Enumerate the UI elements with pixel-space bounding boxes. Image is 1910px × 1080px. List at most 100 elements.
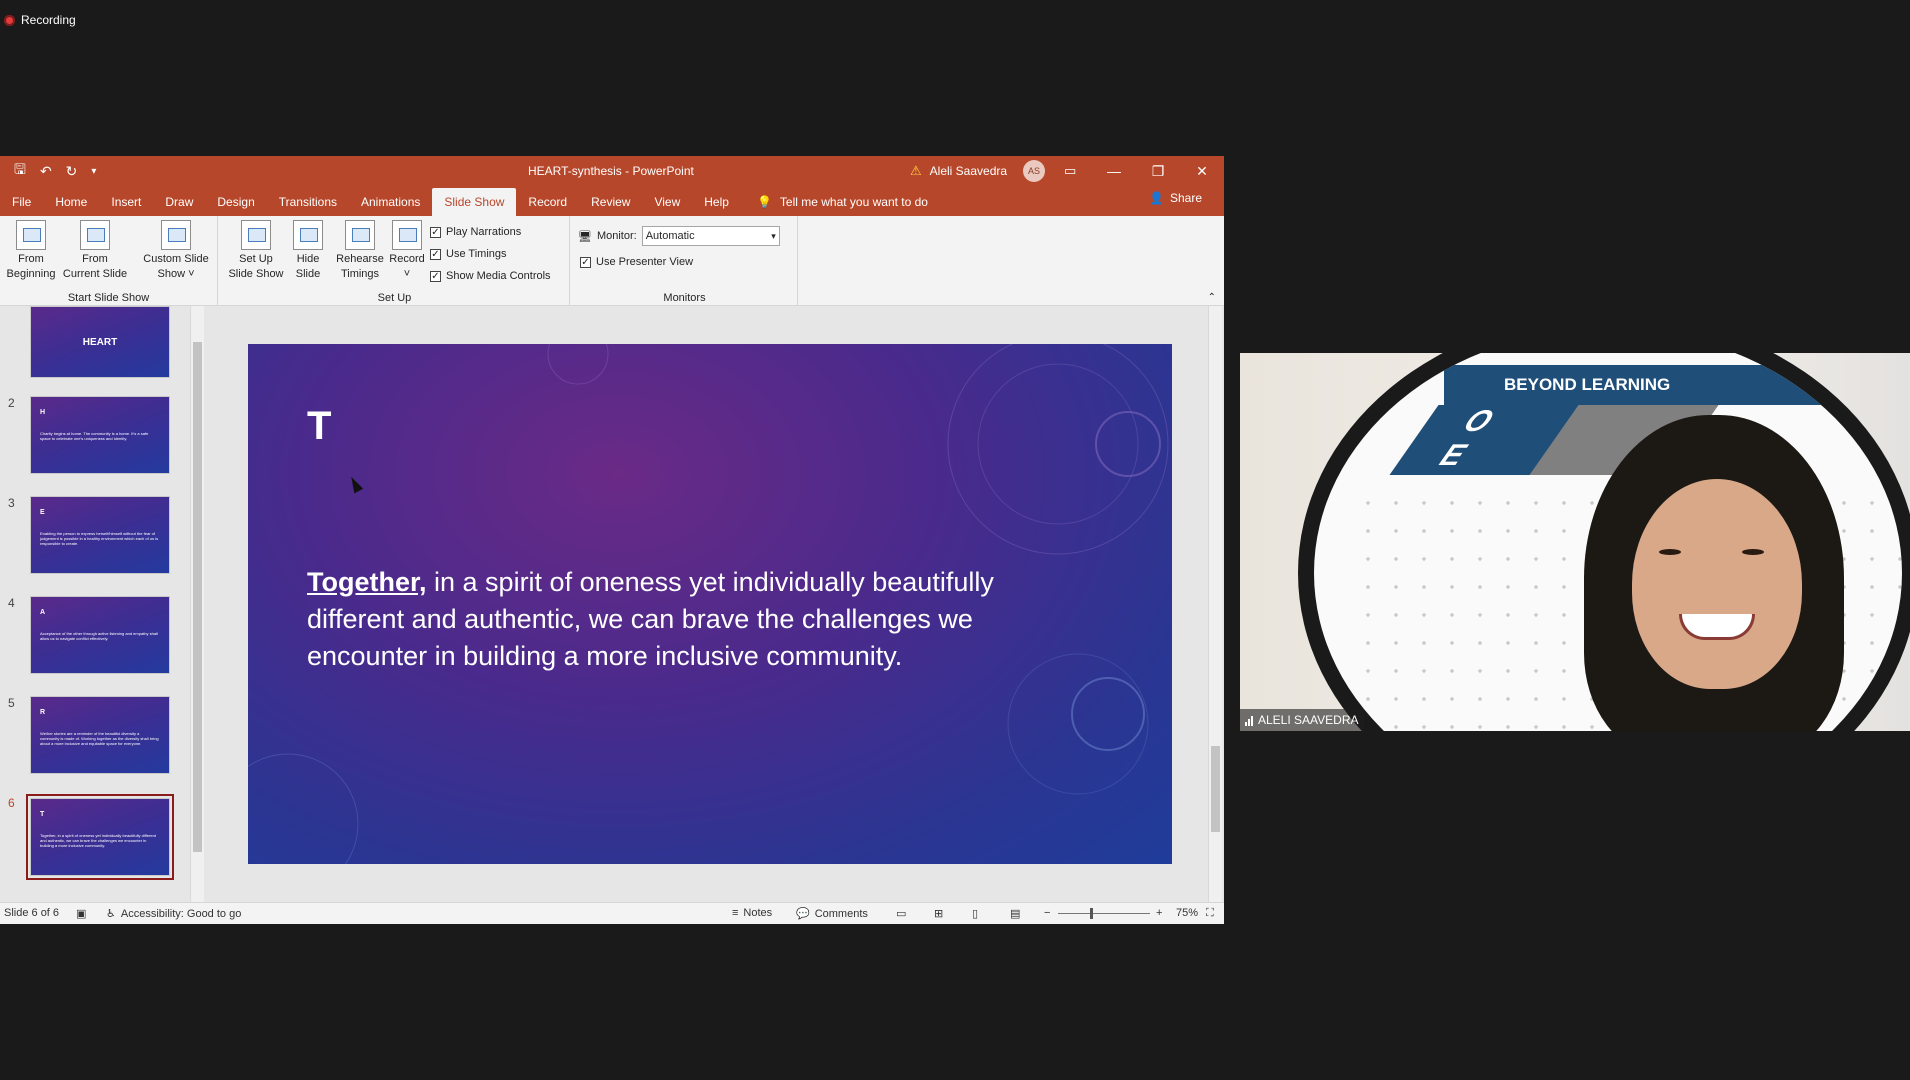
zoom-out-icon[interactable]: − xyxy=(1044,907,1050,919)
tab-record[interactable]: Record xyxy=(516,188,579,216)
tab-draw[interactable]: Draw xyxy=(153,188,205,216)
slide-thumbnail-6[interactable]: T Together, in a spirit of oneness yet i… xyxy=(26,794,174,880)
participant-face xyxy=(1632,479,1802,689)
reading-view-icon[interactable]: ▯ xyxy=(972,907,978,920)
notes-button[interactable]: ≡ Notes xyxy=(732,907,772,919)
checkmark-icon: ✓ xyxy=(430,226,441,238)
normal-view-icon[interactable]: ▭ xyxy=(896,907,906,920)
quick-access-toolbar: 🖫 ↶ ↻ ▾ xyxy=(0,159,96,183)
lightbulb-icon: 💡 xyxy=(756,195,772,209)
minimize-icon[interactable]: — xyxy=(1092,156,1136,186)
from-current-slide-button[interactable]: From Current Slide xyxy=(60,220,130,282)
tab-help[interactable]: Help xyxy=(692,188,741,216)
slide-scrollbar[interactable] xyxy=(1208,306,1222,902)
redo-icon[interactable]: ↻ xyxy=(66,163,78,180)
current-slide[interactable]: T Together, in a spirit of oneness yet i… xyxy=(248,344,1172,864)
video-tile[interactable]: BEYOND LEARNING O E ALELI SAAVEDRA xyxy=(1240,353,1910,731)
share-button[interactable]: 👤 Share xyxy=(1149,191,1202,205)
tab-file[interactable]: File xyxy=(0,188,43,216)
slide-editor: T Together, in a spirit of oneness yet i… xyxy=(210,306,1222,902)
tab-slide-show[interactable]: Slide Show xyxy=(432,188,517,216)
from-beginning-button[interactable]: From Beginning xyxy=(4,220,58,282)
slide-thumbnail-2[interactable]: H Charity begins at home. The community … xyxy=(30,396,170,474)
participant-eye xyxy=(1742,549,1764,555)
custom-slide-show-button[interactable]: Custom Slide Show ˅ xyxy=(138,220,214,282)
play-narrations-checkbox[interactable]: ✓ Play Narrations xyxy=(430,226,521,238)
restore-icon[interactable]: ❐ xyxy=(1136,156,1180,186)
slide-thumbnail-4[interactable]: A Acceptance of the other through active… xyxy=(30,596,170,674)
slide-thumbnail-1[interactable]: HEART xyxy=(30,306,170,378)
zoom-in-icon[interactable]: + xyxy=(1156,907,1162,919)
close-icon[interactable]: ✕ xyxy=(1180,156,1224,186)
group-set-up: Set Up Slide Show Hide Slide Rehearse Ti… xyxy=(220,216,570,306)
tab-transitions[interactable]: Transitions xyxy=(267,188,349,216)
background-banner: BEYOND LEARNING xyxy=(1444,365,1902,405)
zoom-slider[interactable] xyxy=(1058,913,1150,914)
checkmark-icon: ✓ xyxy=(430,270,441,282)
hide-slide-button[interactable]: Hide Slide xyxy=(288,220,328,282)
thumbnail-scrollbar[interactable] xyxy=(190,306,204,902)
group-start-slide-show: From Beginning From Current Slide Custom… xyxy=(0,216,218,306)
zoom-slider-thumb[interactable] xyxy=(1090,908,1093,919)
record-button[interactable]: Record ˅ xyxy=(386,220,428,282)
slide-thumbnail-5[interactable]: R We/her stories are a reminder of the b… xyxy=(30,696,170,774)
tab-review[interactable]: Review xyxy=(579,188,642,216)
participant-name: ALELI SAAVEDRA xyxy=(1258,713,1359,727)
slide-thumbnail-pane[interactable]: HEART 2 H Charity begins at home. The co… xyxy=(0,306,208,902)
custom-show-icon xyxy=(161,220,191,250)
collapse-ribbon-icon[interactable]: ⌃ xyxy=(1208,292,1216,303)
show-media-controls-checkbox[interactable]: ✓ Show Media Controls xyxy=(430,270,551,282)
person-icon: 👤 xyxy=(1149,191,1164,205)
zoom-level[interactable]: 75% xyxy=(1176,907,1198,919)
rehearse-icon xyxy=(345,220,375,250)
document-title: HEART-synthesis - PowerPoint xyxy=(528,164,694,178)
chevron-down-icon: ▾ xyxy=(771,230,776,241)
ribbon: From Beginning From Current Slide Custom… xyxy=(0,216,1224,306)
set-up-slide-show-button[interactable]: Set Up Slide Show xyxy=(226,220,286,282)
comments-button[interactable]: 💬 Comments xyxy=(796,907,868,921)
notes-icon: ≡ xyxy=(732,907,739,919)
scrollbar-thumb[interactable] xyxy=(1211,746,1220,832)
slide-title[interactable]: T xyxy=(307,404,331,449)
tab-animations[interactable]: Animations xyxy=(349,188,432,216)
slide-sorter-icon[interactable]: ⊞ xyxy=(934,907,943,920)
avatar[interactable]: AS xyxy=(1023,160,1046,182)
tell-me-search[interactable]: 💡 Tell me what you want to do xyxy=(741,188,928,216)
slideshow-view-icon[interactable]: ▤ xyxy=(1010,907,1020,920)
use-timings-checkbox[interactable]: ✓ Use Timings xyxy=(430,248,507,260)
tab-insert[interactable]: Insert xyxy=(99,188,153,216)
highlight-word: Together, xyxy=(307,567,427,597)
undo-icon[interactable]: ↶ xyxy=(40,163,52,180)
checkmark-icon: ✓ xyxy=(430,248,441,260)
slide-body-text[interactable]: Together, in a spirit of oneness yet ind… xyxy=(307,564,1067,675)
recording-label: Recording xyxy=(21,13,76,27)
fit-slide-icon[interactable]: ⛶ xyxy=(1206,907,1214,920)
monitor-select[interactable]: Automatic ▾ xyxy=(641,226,780,246)
participant-name-tag: ALELI SAAVEDRA xyxy=(1240,709,1364,731)
account-area[interactable]: ⚠ Aleli Saavedra AS xyxy=(910,160,1046,182)
save-icon[interactable]: 🖫 xyxy=(14,159,26,183)
slideshow-start-icon xyxy=(16,220,46,250)
accessibility-icon: ♿ xyxy=(106,908,116,920)
customize-qat-icon[interactable]: ▾ xyxy=(91,166,96,177)
rehearse-timings-button[interactable]: Rehearse Timings xyxy=(334,220,386,282)
title-bar: 🖫 ↶ ↻ ▾ HEART-synthesis - PowerPoint ⚠ A… xyxy=(0,156,1224,186)
record-icon xyxy=(4,14,15,26)
slide-count: Slide 6 of 6 xyxy=(4,907,60,919)
tell-me-label: Tell me what you want to do xyxy=(779,195,928,209)
spelling-icon[interactable]: ▣ xyxy=(76,907,86,920)
signal-bars-icon xyxy=(1245,715,1253,726)
monitor-row: 🖥 Monitor: Automatic ▾ xyxy=(578,226,780,246)
tab-view[interactable]: View xyxy=(642,188,692,216)
slide-thumbnail-3[interactable]: E Enabling the person to express herself… xyxy=(30,496,170,574)
accessibility-status[interactable]: ♿ Accessibility: Good to go xyxy=(106,907,241,921)
tab-design[interactable]: Design xyxy=(205,188,266,216)
ribbon-display-options-icon[interactable]: ▭ xyxy=(1064,163,1076,179)
share-label: Share xyxy=(1169,191,1202,205)
slideshow-current-icon xyxy=(80,220,110,250)
use-presenter-view-checkbox[interactable]: ✓ Use Presenter View xyxy=(580,256,693,268)
scrollbar-thumb[interactable] xyxy=(193,342,202,852)
tab-home[interactable]: Home xyxy=(43,188,99,216)
window-controls: — ❐ ✕ xyxy=(1092,156,1224,186)
setup-icon xyxy=(241,220,271,250)
